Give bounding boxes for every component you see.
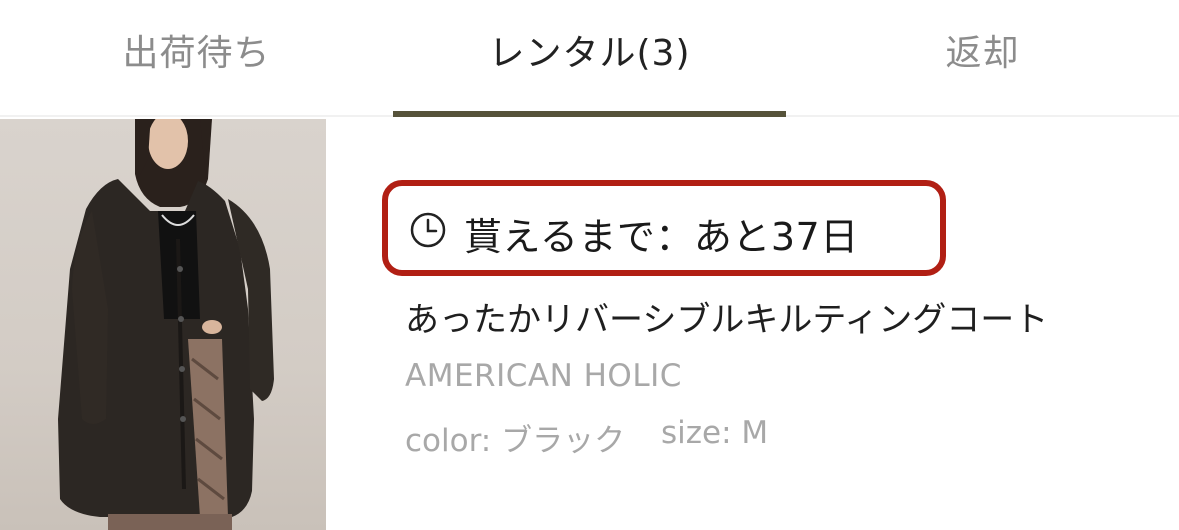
- product-image[interactable]: [0, 119, 326, 530]
- tab-return[interactable]: 返却: [786, 0, 1179, 117]
- clock-icon: [410, 212, 446, 248]
- tab-awaiting-shipment[interactable]: 出荷待ち: [0, 0, 393, 117]
- product-color: color: ブラック: [405, 423, 626, 459]
- product-name[interactable]: あったかリバーシブルキルティングコート: [405, 292, 1048, 341]
- brand-name: AMERICAN HOLIC: [405, 358, 682, 394]
- countdown-text: 貰えるまで：あと37日: [464, 215, 859, 259]
- product-size: size: M: [661, 415, 769, 451]
- tab-rental[interactable]: レンタル(3): [393, 0, 786, 117]
- countdown-badge: 貰えるまで：あと37日: [382, 180, 946, 276]
- tab-bar: 出荷待ち レンタル(3) 返却: [0, 0, 1179, 117]
- coat-illustration: [58, 119, 274, 530]
- active-tab-indicator: [393, 111, 786, 117]
